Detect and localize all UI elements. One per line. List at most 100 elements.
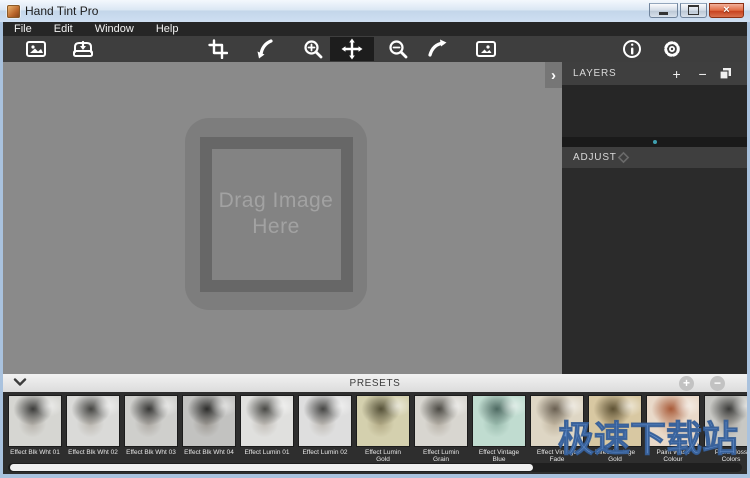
- drop-zone-text: Drag Image Here: [219, 188, 334, 241]
- info-icon: [622, 39, 642, 59]
- preset-thumbnail: [356, 395, 410, 447]
- duplicate-layer-button[interactable]: [719, 67, 739, 80]
- menu-edit[interactable]: Edit: [43, 23, 84, 35]
- preset-item[interactable]: Effect Blk Wht 03: [124, 395, 178, 463]
- rotate-right-button[interactable]: [420, 37, 454, 61]
- preset-thumbnail: [588, 395, 642, 447]
- preset-thumbnail: [298, 395, 352, 447]
- menu-window[interactable]: Window: [84, 23, 145, 35]
- preset-item[interactable]: Effect Lumin Gold: [356, 395, 410, 463]
- preset-item[interactable]: Paint Wash Colour: [646, 395, 700, 463]
- splitter-handle-dot: [653, 140, 657, 144]
- preset-thumbnail: [182, 395, 236, 447]
- presets-list: Effect Blk Wht 01 Effect Blk Wht 02 Effe…: [8, 395, 747, 463]
- zoom-in-icon: [303, 39, 324, 60]
- move-tool-icon: [341, 38, 363, 60]
- zoom-out-button[interactable]: [381, 37, 415, 61]
- zoom-out-icon: [388, 39, 409, 60]
- duplicate-layer-icon: [719, 67, 739, 80]
- preset-label: Paint Moss Colors: [704, 449, 747, 463]
- import-icon: [71, 40, 95, 58]
- menu-help[interactable]: Help: [145, 23, 190, 35]
- preset-item[interactable]: Effect Lumin Grain: [414, 395, 468, 463]
- preset-label: Effect Lumin Gold: [356, 449, 410, 463]
- app-window: Hand Tint Pro × File Edit Window Help: [0, 0, 750, 478]
- adjust-reset-icon[interactable]: [617, 151, 640, 164]
- minimize-icon: [659, 12, 668, 15]
- adjust-header: ADJUST: [562, 147, 747, 168]
- preset-label: Effect Blk Wht 02: [66, 449, 120, 456]
- preset-label: Effect Lumin 02: [298, 449, 352, 456]
- preset-label: Effect Vintage Blue: [472, 449, 526, 463]
- preset-thumbnail: [530, 395, 584, 447]
- side-panel: LAYERS + − ADJUST: [562, 62, 747, 374]
- preset-item[interactable]: Effect Lumin 01: [240, 395, 294, 463]
- presets-title: PRESETS: [3, 378, 747, 389]
- zoom-in-button[interactable]: [296, 37, 330, 61]
- layers-list[interactable]: [562, 85, 747, 137]
- menu-bar: File Edit Window Help: [3, 22, 747, 36]
- preset-label: Effect Vintage Fade: [530, 449, 584, 463]
- maximize-button[interactable]: [680, 3, 707, 18]
- preset-item[interactable]: Effect Vintage Gold: [588, 395, 642, 463]
- preset-thumbnail: [646, 395, 700, 447]
- close-icon: ×: [723, 4, 729, 16]
- panel-collapse-button[interactable]: ›: [545, 62, 562, 88]
- remove-layer-button[interactable]: −: [693, 66, 713, 82]
- layers-header: LAYERS + −: [562, 62, 747, 85]
- open-image-button[interactable]: [19, 37, 53, 61]
- add-layer-button[interactable]: +: [667, 66, 687, 82]
- panel-splitter[interactable]: [562, 137, 747, 147]
- preset-thumbnail: [472, 395, 526, 447]
- canvas-area[interactable]: Drag Image Here ›: [3, 62, 562, 374]
- preset-label: Effect Blk Wht 04: [182, 449, 236, 456]
- export-image-button[interactable]: [469, 37, 503, 61]
- presets-scrollbar-thumb[interactable]: [10, 464, 533, 471]
- export-image-icon: [475, 40, 497, 58]
- close-button[interactable]: ×: [709, 3, 744, 18]
- import-button[interactable]: [66, 37, 100, 61]
- rotate-left-button[interactable]: [248, 37, 282, 61]
- preset-item[interactable]: Effect Vintage Fade: [530, 395, 584, 463]
- preset-label: Paint Wash Colour: [646, 449, 700, 463]
- window-title: Hand Tint Pro: [25, 4, 98, 18]
- settings-gear-icon: [662, 39, 682, 59]
- crop-button[interactable]: [201, 37, 235, 61]
- presets-strip: Effect Blk Wht 01 Effect Blk Wht 02 Effe…: [3, 392, 747, 474]
- crop-icon: [208, 39, 228, 59]
- open-image-icon: [25, 40, 47, 58]
- preset-item[interactable]: Effect Blk Wht 04: [182, 395, 236, 463]
- layers-title: LAYERS: [573, 68, 617, 79]
- preset-item[interactable]: Paint Moss Colors: [704, 395, 747, 463]
- menu-file[interactable]: File: [3, 23, 43, 35]
- drop-zone-frame: Drag Image Here: [200, 137, 353, 292]
- info-button[interactable]: [615, 37, 649, 61]
- redo-curve-icon: [426, 38, 448, 60]
- settings-button[interactable]: [655, 37, 689, 61]
- adjust-title: ADJUST: [573, 152, 617, 163]
- presets-scrollbar[interactable]: [8, 463, 742, 472]
- preset-item[interactable]: Effect Vintage Blue: [472, 395, 526, 463]
- window-border-bottom: [0, 474, 750, 478]
- toolbar: [3, 36, 747, 63]
- preset-item[interactable]: Effect Lumin 02: [298, 395, 352, 463]
- preset-item[interactable]: Effect Blk Wht 01: [8, 395, 62, 463]
- preset-thumbnail: [8, 395, 62, 447]
- preset-item[interactable]: Effect Blk Wht 02: [66, 395, 120, 463]
- preset-thumbnail: [704, 395, 747, 447]
- adjust-body: [562, 168, 747, 374]
- presets-header: PRESETS + −: [3, 374, 747, 393]
- drop-zone[interactable]: Drag Image Here: [185, 118, 367, 310]
- preset-label: Effect Blk Wht 03: [124, 449, 178, 456]
- move-tool-button[interactable]: [330, 37, 374, 61]
- preset-thumbnail: [240, 395, 294, 447]
- title-bar[interactable]: Hand Tint Pro ×: [0, 0, 750, 23]
- minimize-button[interactable]: [649, 3, 678, 18]
- preset-label: Effect Vintage Gold: [588, 449, 642, 463]
- app-icon: [7, 5, 20, 18]
- maximize-icon: [688, 5, 699, 15]
- undo-curve-icon: [254, 38, 276, 60]
- preset-label: Effect Lumin Grain: [414, 449, 468, 463]
- preset-thumbnail: [66, 395, 120, 447]
- preset-label: Effect Blk Wht 01: [8, 449, 62, 456]
